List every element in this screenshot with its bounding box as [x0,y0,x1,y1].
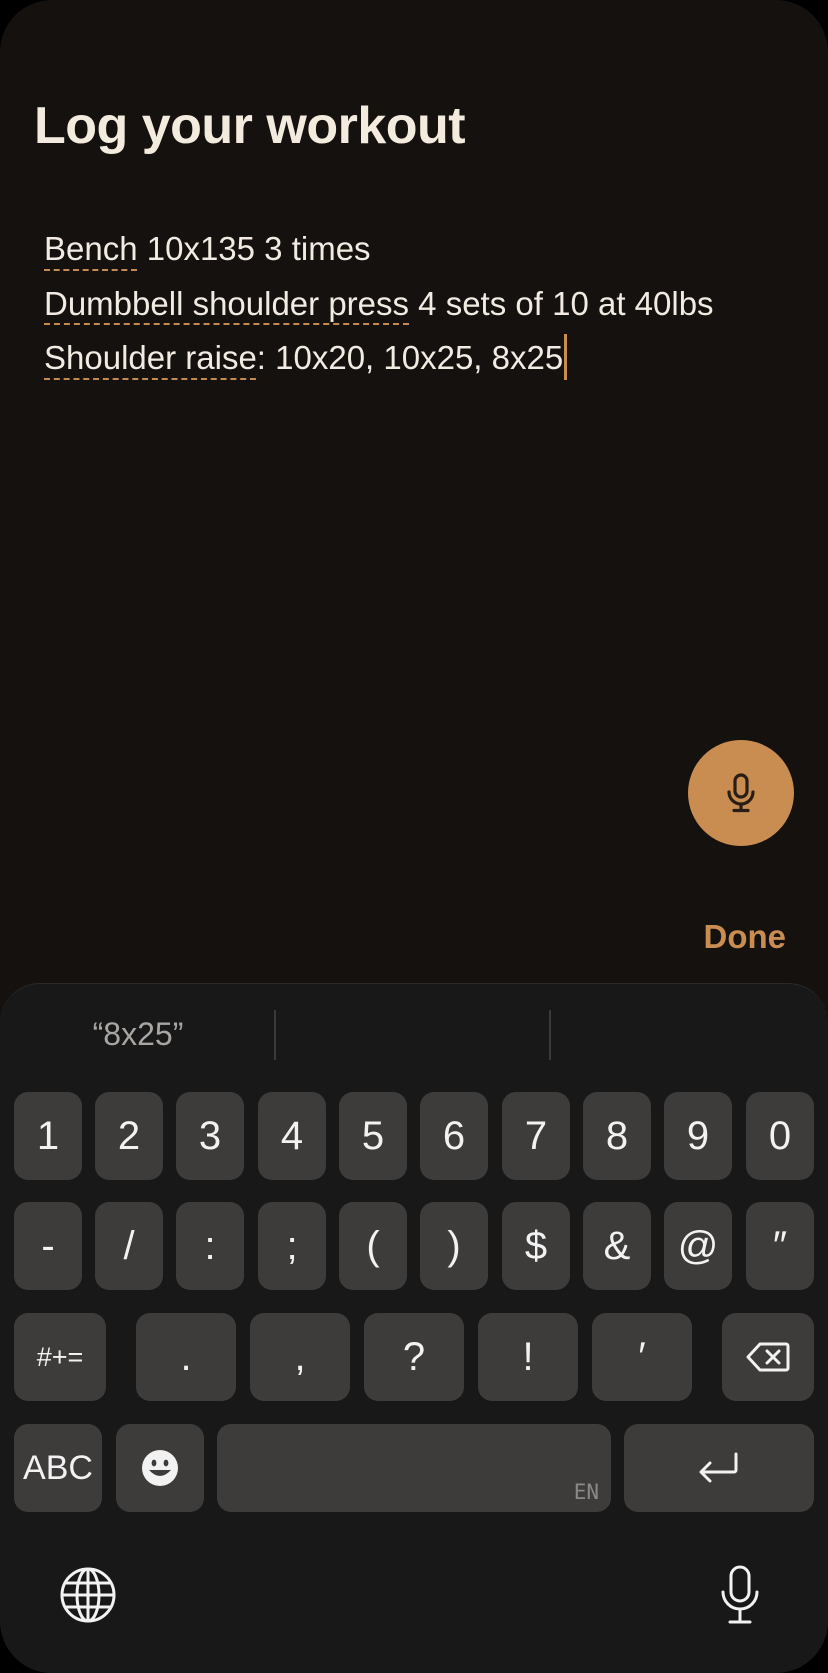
text-caret [564,334,568,381]
emoji-icon [142,1450,178,1486]
key-close-paren[interactable]: ) [420,1202,488,1290]
key-dollar[interactable]: $ [502,1202,570,1290]
key-8[interactable]: 8 [583,1092,651,1180]
key-4[interactable]: 4 [258,1092,326,1180]
key-5[interactable]: 5 [339,1092,407,1180]
key-1[interactable]: 1 [14,1092,82,1180]
key-colon[interactable]: : [176,1202,244,1290]
key-slash[interactable]: / [95,1202,163,1290]
dictation-button[interactable] [704,1556,776,1634]
key-more-symbols[interactable]: #+= [14,1313,106,1401]
key-double-quote[interactable]: ″ [746,1202,814,1290]
space-key[interactable]: EN [217,1424,611,1512]
microphone-icon [727,773,755,813]
key-question[interactable]: ? [364,1313,464,1401]
suggestion-item[interactable] [276,984,552,1084]
backspace-icon [746,1342,790,1372]
key-0[interactable]: 0 [746,1092,814,1180]
exercise-name[interactable]: Bench [44,230,138,267]
exercise-name[interactable]: Dumbbell shoulder press [44,285,409,322]
key-open-paren[interactable]: ( [339,1202,407,1290]
key-3[interactable]: 3 [176,1092,244,1180]
suggestion-item[interactable]: “8x25” [0,984,276,1084]
language-indicator: EN [573,1480,599,1504]
key-exclamation[interactable]: ! [478,1313,578,1401]
return-icon [699,1452,738,1483]
exercise-details: 10x135 3 times [137,230,371,267]
exercise-details: : 10x20, 10x25, 8x25 [256,339,564,376]
backspace-key[interactable] [722,1313,814,1401]
key-ampersand[interactable]: & [583,1202,651,1290]
key-hyphen[interactable]: - [14,1202,82,1290]
page-title: Log your workout [34,97,466,155]
key-6[interactable]: 6 [420,1092,488,1180]
globe-icon [60,1567,116,1623]
done-button[interactable]: Done [704,918,787,956]
workout-text-editor[interactable]: Bench 10x135 3 times Dumbbell shoulder p… [44,222,804,386]
language-switch-button[interactable] [52,1559,124,1631]
key-comma[interactable]: , [250,1313,350,1401]
editor-line: Bench 10x135 3 times [44,222,804,277]
suggestion-divider [549,1010,551,1060]
voice-input-button[interactable] [688,740,794,846]
emoji-key[interactable] [116,1424,204,1512]
editor-line: Shoulder raise: 10x20, 10x25, 8x25 [44,331,804,386]
editor-line: Dumbbell shoulder press 4 sets of 10 at … [44,277,804,332]
return-key[interactable] [624,1424,814,1512]
suggestion-bar: “8x25” [0,984,828,1084]
key-7[interactable]: 7 [502,1092,570,1180]
on-screen-keyboard: “8x25” 1 2 3 4 5 6 7 8 9 0 - / : ; ( ) $… [0,983,828,1673]
suggestion-item[interactable] [552,984,828,1084]
exercise-details: 4 sets of 10 at 40lbs [409,284,714,322]
key-2[interactable]: 2 [95,1092,163,1180]
exercise-name[interactable]: Shoulder raise [44,339,257,376]
key-apostrophe[interactable]: ′ [592,1313,692,1401]
key-semicolon[interactable]: ; [258,1202,326,1290]
app-screen: Log your workout Bench 10x135 3 times Du… [0,0,828,1673]
dictation-mic-icon [721,1565,759,1624]
key-period[interactable]: . [136,1313,236,1401]
key-at[interactable]: @ [664,1202,732,1290]
key-9[interactable]: 9 [664,1092,732,1180]
key-abc[interactable]: ABC [14,1424,102,1512]
